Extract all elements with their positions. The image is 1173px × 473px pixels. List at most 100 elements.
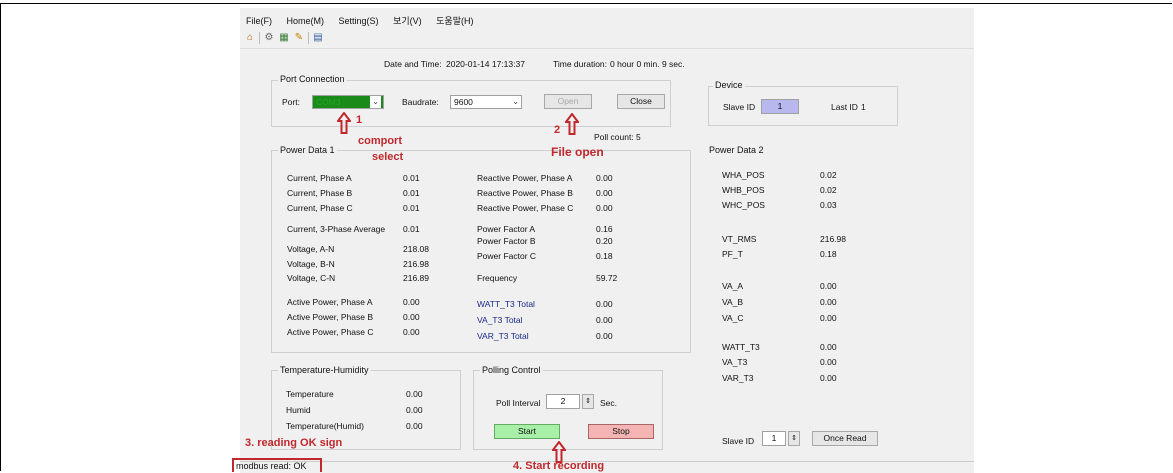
bottom-slave-id-input[interactable]: 1 (762, 431, 786, 446)
port-connection-group: Port Connection Port: COM3 ⌄ Baudrate: 9… (271, 74, 671, 127)
toolbar-divider (240, 48, 974, 49)
poll-interval-input[interactable]: 2 (546, 394, 580, 409)
power-data-2-row-label: VT_RMS (722, 234, 757, 244)
power-data-2-row-label: VAR_T3 (722, 373, 754, 383)
power-data-1-group: Power Data 1 Current, Phase A 0.01 Current… (271, 145, 691, 353)
port-label: Port: (282, 97, 300, 107)
annotation-1-number: 1 (356, 114, 363, 126)
power-data-1-right-row-label: Power Factor B (477, 236, 536, 246)
power-data-1-left-row-value: 0.01 (403, 203, 420, 213)
power-data-1-left-row-label: Active Power, Phase A (287, 297, 373, 307)
menu-setting[interactable]: Setting(S) (339, 16, 379, 26)
power-data-1-right-row-value: 0.18 (596, 251, 613, 261)
power-data-1-left-row-label: Voltage, B-N (287, 259, 335, 269)
menu-bar: File(F) Home(M) Setting(S) 보기(V) 도움말(H) (246, 14, 486, 27)
status-text: modbus read: OK (236, 461, 307, 471)
power-data-2-group: Power Data 2 WHA_POS 0.02 WHB_POS 0.02 WHC_P… (702, 145, 902, 391)
close-button[interactable]: Close (617, 94, 665, 109)
power-data-1-left-row-value: 216.89 (403, 273, 429, 283)
bottom-slave-id-spinner[interactable]: ⇕ (788, 431, 800, 446)
annotation-2-number: 2 (554, 124, 561, 136)
power-data-1-left-row-value: 0.01 (403, 224, 420, 234)
annotation-1-line1: comport (358, 135, 402, 147)
baudrate-label: Baudrate: (402, 97, 439, 107)
power-data-1-left-row-label: Current, Phase B (287, 188, 353, 198)
poll-interval-spinner[interactable]: ⇕ (582, 394, 594, 409)
toolbar: ⌂ ⚙ ▦ ✎ ▤ (244, 30, 324, 46)
device-title: Device (713, 80, 745, 90)
power-data-1-right-row-label: Frequency (477, 273, 518, 283)
power-data-2-row-value: 0.00 (820, 297, 837, 307)
menu-help[interactable]: 도움말(H) (436, 16, 473, 26)
power-data-1-right-row-label: Power Factor C (477, 251, 537, 261)
power-data-1-right-row-label: Reactive Power, Phase B (477, 188, 573, 198)
temperature-humidity-row-value: 0.00 (406, 389, 423, 399)
duration-value: 0 hour 0 min. 9 sec. (610, 59, 685, 69)
temperature-humidity-row-label: Temperature(Humid) (286, 421, 364, 431)
slave-id-field[interactable]: 1 (761, 99, 799, 114)
power-data-1-left-row-value: 0.00 (403, 312, 420, 322)
poll-interval-value: 2 (560, 396, 566, 406)
power-data-1-right-row-value: 0.00 (596, 299, 613, 309)
power-data-2-row-label: VA_T3 (722, 357, 748, 367)
power-data-2-row-value: 0.03 (820, 200, 837, 210)
menu-view[interactable]: 보기(V) (393, 16, 422, 26)
power-data-2-row-value: 0.02 (820, 170, 837, 180)
power-data-2-row-label: VA_C (722, 313, 744, 323)
power-data-2-row-label: VA_A (722, 281, 744, 291)
poll-count: Poll count: 5 (594, 132, 641, 142)
bottom-slave-id-label: Slave ID (722, 436, 755, 446)
power-data-2-row-value: 0.00 (820, 373, 837, 383)
temperature-humidity-row-label: Temperature (286, 389, 334, 399)
arrow-up-icon (337, 112, 351, 134)
temperature-humidity-title: Temperature-Humidity (278, 365, 371, 375)
menu-home[interactable]: Home(M) (287, 16, 325, 26)
port-select[interactable]: COM3 ⌄ (312, 95, 384, 109)
power-data-1-left-row-label: Active Power, Phase C (287, 327, 374, 337)
temperature-humidity-row-value: 0.00 (406, 421, 423, 431)
annotation-2-text: File open (551, 145, 604, 159)
annotation-1-line2: select (372, 151, 404, 163)
polling-control-title: Polling Control (480, 365, 543, 375)
power-data-2-row-value: 216.98 (820, 234, 846, 244)
app-window: File(F) Home(M) Setting(S) 보기(V) 도움말(H) … (240, 8, 974, 473)
power-data-2-title: Power Data 2 (707, 145, 766, 155)
home-icon[interactable]: ⌂ (244, 32, 256, 44)
power-data-1-right-row-label: Reactive Power, Phase A (477, 173, 573, 183)
device-group: Device Slave ID 1 Last ID 1 (708, 80, 898, 126)
table-icon[interactable]: ▤ (312, 32, 324, 44)
power-data-1-left-row-label: Current, 3-Phase Average (287, 224, 386, 234)
power-data-1-left-row-value: 0.00 (403, 327, 420, 337)
power-data-2-row-label: PF_T (722, 249, 743, 259)
open-button[interactable]: Open (544, 94, 592, 109)
power-data-2-row-label: WHC_POS (722, 200, 765, 210)
power-data-2-row-value: 0.00 (820, 281, 837, 291)
power-data-1-left-row-label: Voltage, C-N (287, 273, 336, 283)
power-data-1-left-row-label: Voltage, A-N (287, 244, 335, 254)
settings-icon[interactable]: ⚙ (263, 32, 275, 44)
chevron-down-icon: ⌄ (370, 96, 381, 108)
power-data-1-title: Power Data 1 (278, 145, 337, 155)
power-data-1-left-row-value: 218.08 (403, 244, 429, 254)
status-bar (240, 461, 974, 473)
stop-button[interactable]: Stop (588, 424, 654, 439)
power-data-1-right-row-label: WATT_T3 Total (477, 299, 535, 309)
chevron-down-icon: ⌄ (512, 97, 519, 106)
power-data-1-left-row-label: Current, Phase C (287, 203, 353, 213)
start-button[interactable]: Start (494, 424, 560, 439)
power-data-1-right-row-value: 0.00 (596, 188, 613, 198)
chart-icon[interactable]: ▦ (278, 32, 290, 44)
polling-control-group: Polling Control Poll Interval 2 ⇕ Sec. S… (473, 365, 663, 450)
power-data-2-row-value: 0.00 (820, 313, 837, 323)
last-id-value: 1 (861, 102, 866, 112)
poll-interval-label: Poll Interval (496, 398, 541, 408)
menu-file[interactable]: File(F) (246, 16, 272, 26)
edit-icon[interactable]: ✎ (293, 32, 305, 44)
baudrate-select[interactable]: 9600 ⌄ (450, 95, 522, 109)
power-data-1-right-row-value: 0.00 (596, 173, 613, 183)
power-data-1-left-row-value: 0.01 (403, 188, 420, 198)
baudrate-select-value: 9600 (454, 97, 473, 107)
power-data-1-right-row-label: VAR_T3 Total (477, 331, 529, 341)
power-data-2-row-value: 0.00 (820, 342, 837, 352)
once-read-button[interactable]: Once Read (812, 431, 878, 446)
